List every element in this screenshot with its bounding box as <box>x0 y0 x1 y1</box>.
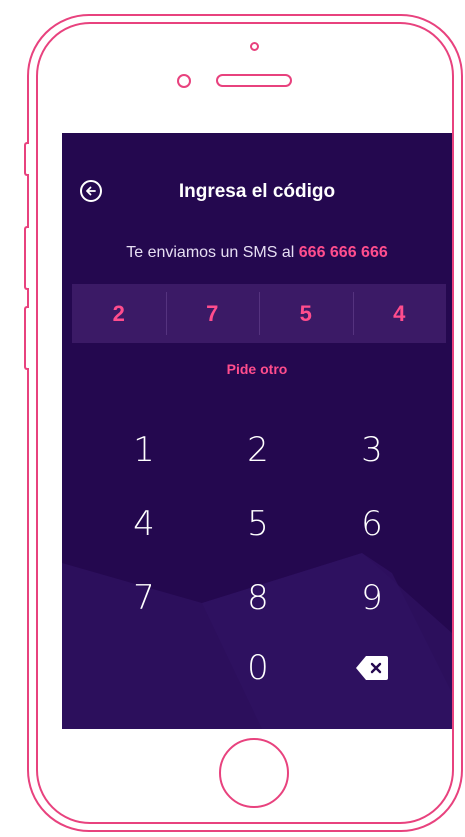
volume-up-button <box>24 226 29 290</box>
sms-message-text: Te enviamos un SMS al <box>126 244 299 261</box>
volume-down-button <box>24 306 29 370</box>
code-digit[interactable]: 5 <box>259 284 353 343</box>
earpiece-speaker <box>216 74 292 87</box>
page-title: Ingresa el código <box>178 181 336 202</box>
sensor-dot <box>250 42 259 51</box>
key-3[interactable]: 3 <box>332 425 412 475</box>
key-7[interactable]: 7 <box>104 573 184 623</box>
key-8[interactable]: 8 <box>218 573 298 623</box>
app-screen: Ingresa el código Te enviamos un SMS al … <box>62 133 452 729</box>
delete-key[interactable] <box>332 643 412 693</box>
key-9[interactable]: 9 <box>332 573 412 623</box>
code-input[interactable]: 2 7 5 4 <box>72 284 446 343</box>
mute-switch <box>24 142 29 176</box>
key-1[interactable]: 1 <box>104 425 184 475</box>
key-6[interactable]: 6 <box>332 499 412 549</box>
key-0[interactable]: 0 <box>218 643 298 693</box>
key-2[interactable]: 2 <box>218 425 298 475</box>
code-digit[interactable]: 4 <box>352 284 447 343</box>
front-camera <box>177 74 191 88</box>
sms-message: Te enviamos un SMS al 666 666 666 <box>62 244 452 262</box>
home-button[interactable] <box>219 738 289 808</box>
resend-code-link[interactable]: Pide otro <box>62 361 452 377</box>
phone-number: 666 666 666 <box>298 244 388 261</box>
code-digit[interactable]: 2 <box>72 284 166 343</box>
backspace-icon <box>356 656 388 680</box>
key-4[interactable]: 4 <box>104 499 184 549</box>
key-5[interactable]: 5 <box>218 499 298 549</box>
header: Ingresa el código <box>62 177 452 211</box>
mockup-stage: Ingresa el código Te enviamos un SMS al … <box>0 0 465 837</box>
code-digit[interactable]: 7 <box>165 284 260 343</box>
